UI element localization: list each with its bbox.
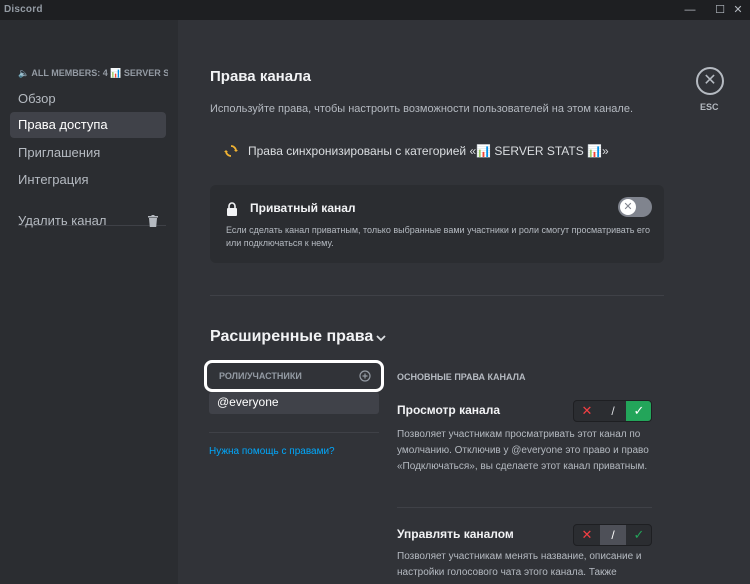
permission-description-manage-channel: Позволяет участникам менять название, оп… (397, 551, 642, 578)
toggle-off-icon: ✕ (620, 199, 636, 215)
permission-name-view-channel: Просмотр канала (397, 403, 500, 417)
sidebar-item-invites[interactable]: Приглашения (10, 140, 166, 166)
sidebar-item-permissions[interactable]: Права доступа (10, 112, 166, 138)
close-icon: ✕ (703, 72, 717, 89)
deny-icon[interactable]: ✕ (574, 525, 600, 545)
section-divider (210, 295, 664, 296)
trash-icon (148, 215, 158, 227)
allow-icon[interactable]: ✓ (626, 525, 651, 545)
permission-description-view-channel: Позволяет участникам просматривать этот … (397, 429, 649, 472)
roles-members-label: РОЛИ/УЧАСТНИКИ (219, 371, 302, 381)
private-channel-title: Приватный канал (250, 201, 356, 215)
permission-toggle-manage-channel: ✕ / ✓ (573, 524, 652, 546)
settings-sidebar: 🔈 ALL MEMBERS: 4 📊 SERVER STATS Обзор Пр… (0, 20, 178, 584)
private-channel-card: Приватный канал Если сделать канал прива… (210, 185, 664, 263)
sidebar-item-overview[interactable]: Обзор (10, 86, 166, 112)
permission-divider (397, 507, 652, 508)
chevron-down-icon[interactable] (375, 333, 387, 343)
minimize-button[interactable]: — (678, 0, 702, 20)
add-role-icon[interactable] (359, 370, 371, 382)
permissions-panel: Права канала Используйте права, чтобы на… (178, 20, 750, 584)
lock-icon (227, 202, 237, 216)
sync-icon (224, 145, 238, 157)
title-bar: Discord — ☐ ✕ (0, 0, 750, 20)
roles-divider (209, 432, 379, 433)
private-channel-description: Если сделать канал приватным, только выб… (226, 225, 650, 248)
role-item-everyone[interactable]: @everyone (209, 392, 379, 414)
neutral-icon[interactable]: / (600, 525, 626, 545)
deny-icon[interactable]: ✕ (574, 401, 600, 421)
sync-status-text: Права синхронизированы с категорией «📊 S… (248, 144, 609, 158)
permissions-section-title: ОСНОВНЫЕ ПРАВА КАНАЛА (397, 372, 526, 382)
page-title: Права канала (210, 68, 311, 85)
permissions-help-link[interactable]: Нужна помощь с правами? (209, 446, 335, 457)
esc-label: ESC (700, 102, 719, 112)
delete-channel-label: Удалить канал (18, 213, 107, 228)
advanced-permissions-title[interactable]: Расширенные права (210, 328, 373, 346)
allow-icon[interactable]: ✓ (626, 401, 651, 421)
roles-members-header: РОЛИ/УЧАСТНИКИ (204, 360, 384, 392)
permission-name-manage-channel: Управлять каналом (397, 527, 514, 541)
sidebar-item-integrations[interactable]: Интеграция (10, 167, 166, 193)
page-description: Используйте права, чтобы настроить возмо… (210, 103, 633, 115)
app-title: Discord (4, 4, 43, 15)
permission-toggle-view-channel: ✕ / ✓ (573, 400, 652, 422)
private-channel-toggle[interactable]: ✕ (618, 197, 652, 217)
delete-channel-button[interactable]: Удалить канал (10, 208, 166, 234)
sidebar-channel-header: 🔈 ALL MEMBERS: 4 📊 SERVER STATS (18, 68, 168, 78)
neutral-icon[interactable]: / (600, 401, 626, 421)
close-settings-button[interactable]: ✕ (696, 67, 724, 95)
close-window-button[interactable]: ✕ (726, 0, 750, 20)
